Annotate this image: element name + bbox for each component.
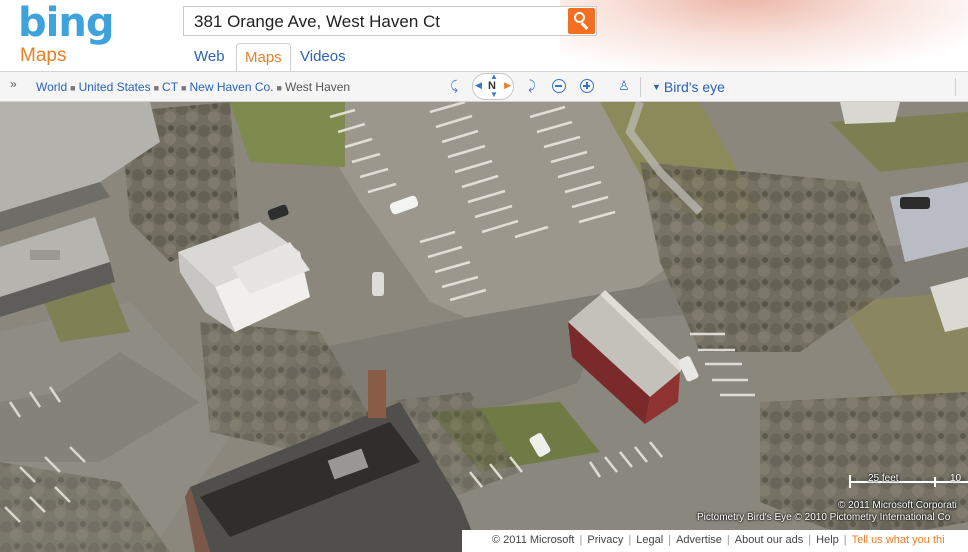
rotate-left-icon[interactable]: ⤹: [446, 78, 462, 94]
breadcrumb-united-states[interactable]: United States: [79, 80, 151, 94]
view-mode-label: Bird's eye: [663, 79, 725, 95]
map-copyright-pictometry: Pictometry Bird's Eye © 2010 Pictometry …: [697, 512, 951, 523]
breadcrumb: World ■ United States ■ CT ■ New Haven Co. ■ Wes…: [36, 80, 351, 94]
breadcrumb-west-haven: West Haven: [284, 80, 351, 94]
bing-logo[interactable]: bing: [18, 0, 114, 46]
scale-label: 25 feet: [868, 473, 899, 484]
view-mode-dropdown[interactable]: ▼ Bird's eye: [652, 79, 725, 95]
header-decoration: [560, 0, 968, 71]
rotate-right-icon[interactable]: ⤸: [524, 78, 540, 94]
toolbar-divider-end: [955, 78, 956, 96]
toolbar-divider: [640, 77, 641, 97]
scale-label-secondary: 10: [950, 473, 962, 484]
footer-feedback-link[interactable]: Tell us what you thi: [852, 534, 945, 546]
search-box: [183, 6, 597, 36]
footer-legal-link[interactable]: Legal: [636, 534, 663, 546]
tab-maps[interactable]: Maps: [236, 43, 291, 71]
aerial-imagery: [0, 102, 968, 552]
footer-help-link[interactable]: Help: [816, 534, 839, 546]
birds-eye-map[interactable]: 25 feet 10 © 2011 Microsoft Corporati Pi…: [0, 102, 968, 552]
footer: © 2011 Microsoft | Privacy | Legal | Advertise…: [462, 530, 968, 552]
search-button[interactable]: [568, 8, 595, 34]
dropdown-arrow-icon: ▼: [652, 82, 661, 92]
footer-about-ads-link[interactable]: About our ads: [735, 534, 804, 546]
footer-copyright: © 2011 Microsoft: [492, 534, 575, 546]
breadcrumb-new-haven-co[interactable]: New Haven Co.: [189, 80, 273, 94]
tab-videos[interactable]: Videos: [292, 43, 354, 71]
footer-privacy-link[interactable]: Privacy: [587, 534, 623, 546]
header: bing Maps Web Maps Videos: [0, 0, 968, 71]
map-toolbar: » World ■ United States ■ CT ■ New Haven Co. ■ W…: [0, 71, 968, 102]
zoom-in-icon[interactable]: [580, 79, 594, 93]
tab-web[interactable]: Web: [186, 43, 233, 71]
zoom-out-icon[interactable]: [552, 79, 566, 93]
footer-advertise-link[interactable]: Advertise: [676, 534, 722, 546]
breadcrumb-ct[interactable]: CT: [162, 80, 178, 94]
maps-product-label: Maps: [20, 45, 67, 66]
breadcrumb-world[interactable]: World: [36, 80, 67, 94]
map-copyright-microsoft: © 2011 Microsoft Corporati: [838, 500, 957, 511]
expand-icon[interactable]: »: [10, 77, 17, 91]
search-input[interactable]: [194, 12, 564, 32]
streetside-person-icon[interactable]: ♙: [616, 78, 632, 94]
compass-icon[interactable]: ▲ ◀ N ▶ ▼: [472, 72, 514, 100]
